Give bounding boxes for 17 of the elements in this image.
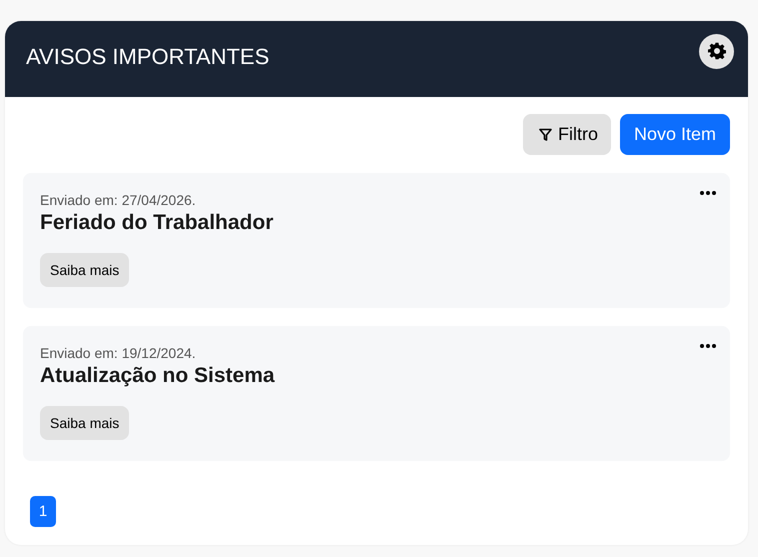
new-item-button[interactable]: Novo Item bbox=[620, 114, 730, 155]
notice-title: Feriado do Trabalhador bbox=[40, 211, 274, 235]
settings-icon bbox=[708, 42, 726, 60]
settings-button[interactable] bbox=[699, 34, 734, 68]
sent-date: Enviado em: 19/12/2024. bbox=[40, 345, 196, 361]
learn-more-button[interactable]: Saiba mais bbox=[40, 253, 130, 287]
panel-title: AVISOS IMPORTANTES bbox=[26, 44, 270, 70]
notice-title: Atualização no Sistema bbox=[40, 364, 275, 388]
more-icon bbox=[700, 344, 716, 348]
more-options-button[interactable] bbox=[700, 191, 716, 195]
filter-icon bbox=[538, 128, 552, 142]
filter-button[interactable]: Filtro bbox=[522, 114, 611, 155]
learn-more-button[interactable]: Saiba mais bbox=[40, 406, 130, 440]
more-options-button[interactable] bbox=[700, 344, 716, 348]
page-button[interactable]: 1 bbox=[30, 496, 56, 527]
more-icon bbox=[700, 191, 716, 195]
sent-date: Enviado em: 27/04/2026. bbox=[40, 192, 196, 208]
